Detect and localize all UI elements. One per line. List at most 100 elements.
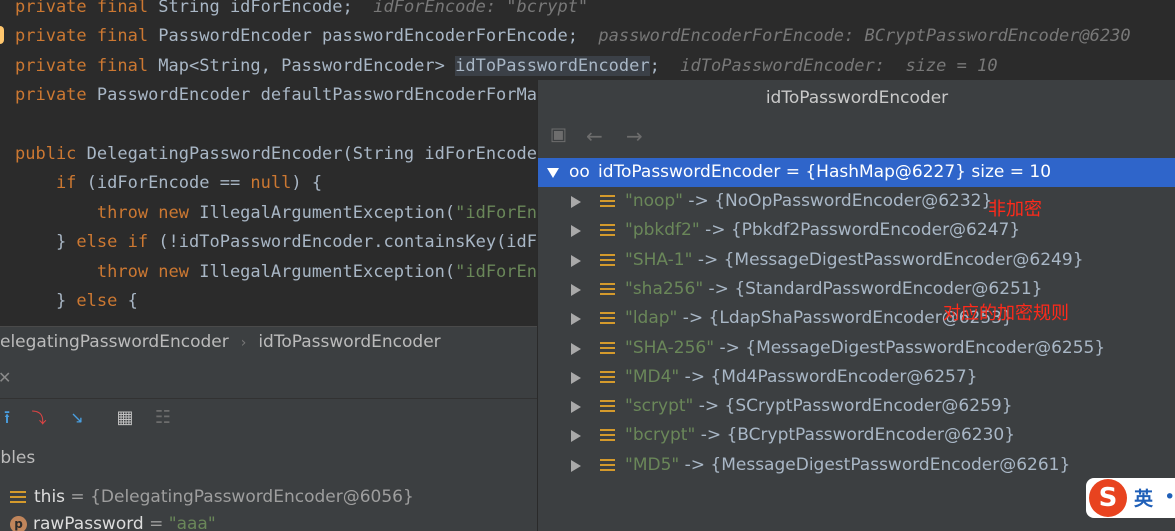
code-token: "idForEn — [455, 261, 537, 282]
code-line[interactable]: if (idForEncode == null) { — [15, 169, 322, 198]
trace-icon[interactable]: ☷ — [152, 407, 174, 429]
map-entry-value: -> {MessageDigestPasswordEncoder@6255} — [714, 337, 1106, 358]
code-token: { — [127, 291, 138, 311]
code-token: } — [15, 232, 77, 253]
map-entry-icon — [600, 253, 615, 269]
back-arrow-icon[interactable]: ← — [586, 124, 603, 148]
chevron-right-icon[interactable] — [571, 430, 581, 443]
breakpoint-marker[interactable] — [0, 26, 4, 44]
map-entry-label: "MD5" -> {MessageDigestPasswordEncoder@6… — [625, 451, 1070, 480]
view-as-icon[interactable]: ▣ — [550, 124, 567, 145]
code-token: (!idToPasswordEncoder.containsKey(idF — [158, 232, 538, 253]
breadcrumb-field[interactable]: idToPasswordEncoder — [258, 332, 440, 352]
code-token: idToPasswordEncoder — [455, 55, 650, 76]
close-icon[interactable]: ✕ — [0, 368, 11, 387]
code-line[interactable]: public DelegatingPasswordEncoder(String … — [15, 140, 537, 169]
chevron-right-icon[interactable] — [571, 371, 581, 384]
map-entry-row[interactable]: "ldap" -> {LdapShaPasswordEncoder@6253} — [538, 304, 1175, 333]
variable-value: "aaa" — [168, 514, 216, 531]
run-to-cursor-icon[interactable]: ↘ — [66, 407, 88, 429]
code-line[interactable]: } else { — [15, 287, 138, 316]
map-entry-value: -> {MessageDigestPasswordEncoder@6261} — [679, 454, 1071, 475]
map-entry-row[interactable]: "SHA-256" -> {MessageDigestPasswordEncod… — [538, 334, 1175, 363]
chevron-right-icon[interactable] — [571, 313, 581, 326]
map-entry-icon — [600, 429, 615, 444]
variables-tab[interactable]: ables — [0, 448, 35, 468]
breadcrumb-separator: › — [240, 335, 247, 351]
code-token: } — [15, 291, 77, 311]
ime-menu-icon[interactable]: • — [1164, 486, 1175, 508]
code-line[interactable]: throw new IllegalArgumentException("idFo… — [15, 199, 537, 228]
popup-title[interactable]: idToPasswordEncoder — [538, 80, 1175, 116]
chevron-right-icon[interactable] — [571, 459, 581, 472]
ime-mode[interactable]: 英 — [1134, 484, 1153, 511]
inline-value-hint: passwordEncoderForEncode: BCryptPassword… — [598, 26, 1131, 47]
code-token: private final — [15, 55, 159, 76]
map-entry-value: -> {NoOpPasswordEncoder@6232} — [683, 191, 993, 211]
map-entry-label: "MD4" -> {Md4PasswordEncoder@6257} — [625, 363, 977, 392]
breadcrumb-class[interactable]: elegatingPasswordEncoder — [0, 332, 229, 352]
map-entry-icon — [600, 282, 615, 298]
chevron-right-icon[interactable] — [571, 196, 581, 208]
tree-root-row[interactable]: oo idToPasswordEncoder = {HashMap@6227} … — [538, 158, 1175, 187]
variable-row[interactable]: this = {DelegatingPasswordEncoder@6056} — [10, 484, 414, 510]
map-entry-key: "noop" — [625, 191, 684, 211]
code-token: public — [15, 144, 87, 164]
map-entry-row[interactable]: "pbkdf2" -> {Pbkdf2PasswordEncoder@6247} — [538, 216, 1175, 245]
map-entry-row[interactable]: "MD4" -> {Md4PasswordEncoder@6257} — [538, 363, 1175, 392]
code-token: private final — [15, 0, 159, 17]
map-entry-icon — [600, 400, 615, 415]
map-entry-value: -> {Pbkdf2PasswordEncoder@6247} — [699, 220, 1021, 241]
map-entry-value: -> {StandardPasswordEncoder@6251} — [703, 278, 1043, 299]
map-entry-icon — [600, 458, 615, 474]
code-line[interactable]: throw new IllegalArgumentException("idFo… — [15, 258, 537, 287]
map-entry-row[interactable]: "noop" -> {NoOpPasswordEncoder@6232} — [538, 187, 1175, 216]
variable-value: {DelegatingPasswordEncoder@6056} — [90, 487, 414, 507]
inline-value-hint: idForEncode: "bcrypt" — [373, 0, 589, 17]
code-line[interactable]: private final PasswordEncoder passwordEn… — [15, 22, 1131, 51]
map-entry-label: "pbkdf2" -> {Pbkdf2PasswordEncoder@6247} — [625, 216, 1020, 245]
map-entry-row[interactable]: "scrypt" -> {SCryptPasswordEncoder@6259} — [538, 392, 1175, 421]
code-token: IllegalArgumentException( — [199, 202, 456, 223]
code-token: else if — [76, 232, 159, 253]
code-token: "idForEn — [455, 202, 537, 223]
ime-badge[interactable]: S 英 • — [1086, 478, 1175, 518]
code-token: ; — [649, 55, 681, 76]
code-token: (idForEncode == — [86, 173, 251, 194]
variable-row[interactable]: p rawPassword = "aaa" — [10, 511, 216, 531]
popup-toolbar: ▣ ← → — [538, 116, 1175, 156]
map-entry-value: -> {MessageDigestPasswordEncoder@6249} — [692, 249, 1084, 270]
map-entry-row[interactable]: "SHA-1" -> {MessageDigestPasswordEncoder… — [538, 246, 1175, 275]
code-line[interactable]: private final Map<String, PasswordEncode… — [15, 52, 998, 81]
code-token: IllegalArgumentException( — [199, 261, 456, 282]
breadcrumb: elegatingPasswordEncoder › idToPasswordEnc… — [0, 326, 537, 359]
map-entry-key: "ldap" — [625, 308, 678, 329]
map-entry-value: -> {BCryptPasswordEncoder@6230} — [695, 425, 1016, 446]
map-entry-label: "noop" -> {NoOpPasswordEncoder@6232} — [625, 187, 992, 216]
code-line[interactable]: private final String idForEncode; idForE… — [15, 0, 588, 22]
step-out-icon[interactable]: ⭱ — [0, 407, 18, 429]
map-entry-key: "MD4" — [625, 366, 680, 387]
variable-name: this — [34, 487, 66, 507]
map-entry-label: "SHA-256" -> {MessageDigestPasswordEncod… — [625, 334, 1105, 363]
map-entry-key: "SHA-256" — [625, 337, 715, 358]
chevron-down-icon[interactable] — [547, 168, 559, 178]
code-line[interactable]: } else if (!idToPasswordEncoder.contains… — [15, 228, 537, 257]
code-token: Map<String, PasswordEncoder> — [158, 55, 456, 76]
chevron-right-icon[interactable] — [571, 342, 581, 355]
code-line[interactable]: private PasswordEncoder defaultPasswordE… — [15, 81, 537, 110]
chevron-right-icon[interactable] — [571, 225, 581, 238]
chevron-right-icon[interactable] — [571, 401, 581, 414]
map-entry-key: "SHA-1" — [625, 249, 693, 270]
evaluate-expression-icon[interactable]: ▦ — [114, 407, 136, 429]
forward-arrow-icon[interactable]: → — [626, 124, 643, 148]
drop-frame-icon[interactable]: ⤵ — [28, 407, 50, 429]
map-entry-row[interactable]: "MD5" -> {MessageDigestPasswordEncoder@6… — [538, 451, 1175, 480]
parameter-icon: p — [10, 515, 27, 531]
map-entry-row[interactable]: "sha256" -> {StandardPasswordEncoder@625… — [538, 275, 1175, 304]
map-entry-label: "SHA-1" -> {MessageDigestPasswordEncoder… — [625, 246, 1084, 275]
chevron-right-icon[interactable] — [571, 254, 581, 267]
map-entry-row[interactable]: "bcrypt" -> {BCryptPasswordEncoder@6230} — [538, 421, 1175, 450]
chevron-right-icon[interactable] — [571, 283, 581, 296]
code-token: private — [15, 85, 97, 106]
